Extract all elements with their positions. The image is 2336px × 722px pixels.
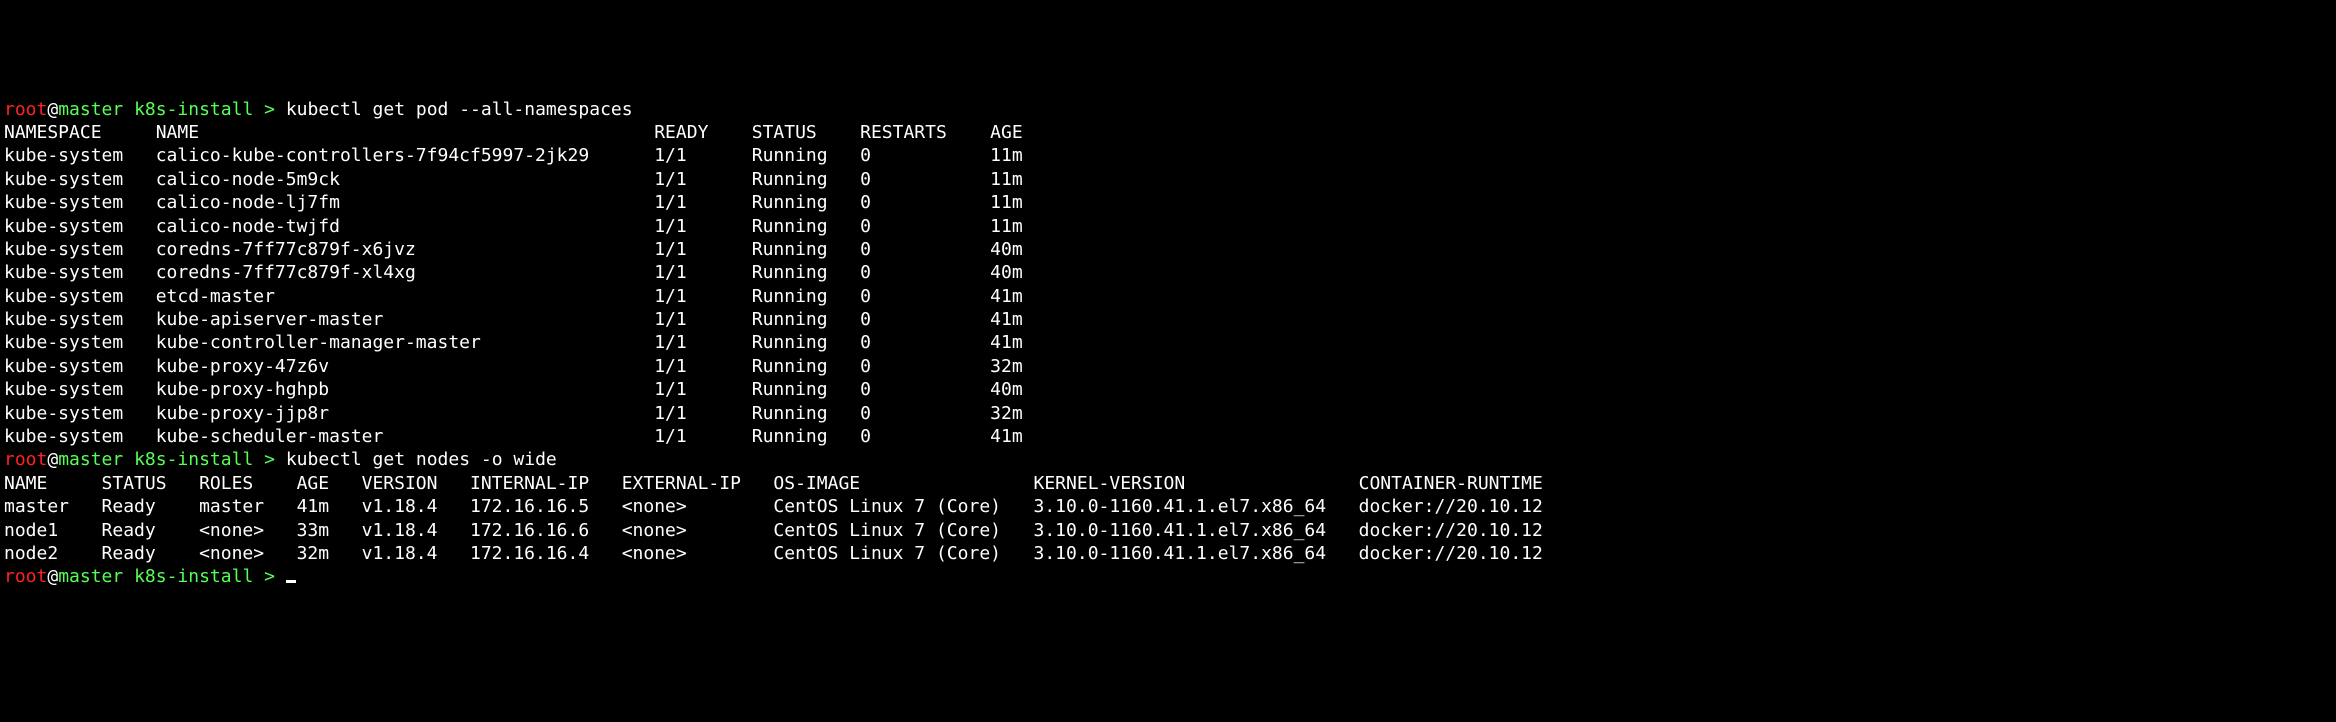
pod-row: kube-system calico-kube-controllers-7f94… — [4, 144, 2332, 167]
prompt-line[interactable]: root@master k8s-install > — [4, 565, 2332, 588]
pod-row: kube-system calico-node-lj7fm 1/1 Runnin… — [4, 191, 2332, 214]
prompt-symbol: > — [264, 99, 275, 120]
pod-row: kube-system kube-scheduler-master 1/1 Ru… — [4, 425, 2332, 448]
prompt-host: master — [58, 449, 123, 470]
prompt-user: root — [4, 99, 47, 120]
pod-row: kube-system coredns-7ff77c879f-x6jvz 1/1… — [4, 238, 2332, 261]
command-text: kubectl get nodes -o wide — [286, 449, 557, 470]
prompt-line[interactable]: root@master k8s-install > kubectl get po… — [4, 98, 2332, 121]
pod-row: kube-system kube-proxy-jjp8r 1/1 Running… — [4, 402, 2332, 425]
pod-row: kube-system kube-proxy-hghpb 1/1 Running… — [4, 378, 2332, 401]
prompt-host: master — [58, 566, 123, 587]
pod-row: kube-system kube-controller-manager-mast… — [4, 331, 2332, 354]
prompt-user: root — [4, 449, 47, 470]
prompt-user: root — [4, 566, 47, 587]
prompt-path: k8s-install — [134, 566, 253, 587]
nodes-header: NAME STATUS ROLES AGE VERSION INTERNAL-I… — [4, 472, 2332, 495]
pod-row: kube-system calico-node-twjfd 1/1 Runnin… — [4, 215, 2332, 238]
node-row: master Ready master 41m v1.18.4 172.16.1… — [4, 495, 2332, 518]
pod-row: kube-system calico-node-5m9ck 1/1 Runnin… — [4, 168, 2332, 191]
pod-row: kube-system kube-apiserver-master 1/1 Ru… — [4, 308, 2332, 331]
terminal-output: root@master k8s-install > kubectl get po… — [4, 98, 2332, 589]
prompt-at: @ — [47, 99, 58, 120]
cursor — [286, 580, 296, 583]
node-row: node1 Ready <none> 33m v1.18.4 172.16.16… — [4, 519, 2332, 542]
pod-row: kube-system etcd-master 1/1 Running 0 41… — [4, 285, 2332, 308]
node-row: node2 Ready <none> 32m v1.18.4 172.16.16… — [4, 542, 2332, 565]
prompt-path: k8s-install — [134, 449, 253, 470]
prompt-line[interactable]: root@master k8s-install > kubectl get no… — [4, 448, 2332, 471]
command-text: kubectl get pod --all-namespaces — [286, 99, 633, 120]
prompt-symbol: > — [264, 449, 275, 470]
prompt-symbol: > — [264, 566, 275, 587]
prompt-at: @ — [47, 449, 58, 470]
prompt-host: master — [58, 99, 123, 120]
pod-row: kube-system kube-proxy-47z6v 1/1 Running… — [4, 355, 2332, 378]
pod-row: kube-system coredns-7ff77c879f-xl4xg 1/1… — [4, 261, 2332, 284]
prompt-at: @ — [47, 566, 58, 587]
prompt-path: k8s-install — [134, 99, 253, 120]
pods-header: NAMESPACE NAME READY STATUS RESTARTS AGE — [4, 121, 2332, 144]
